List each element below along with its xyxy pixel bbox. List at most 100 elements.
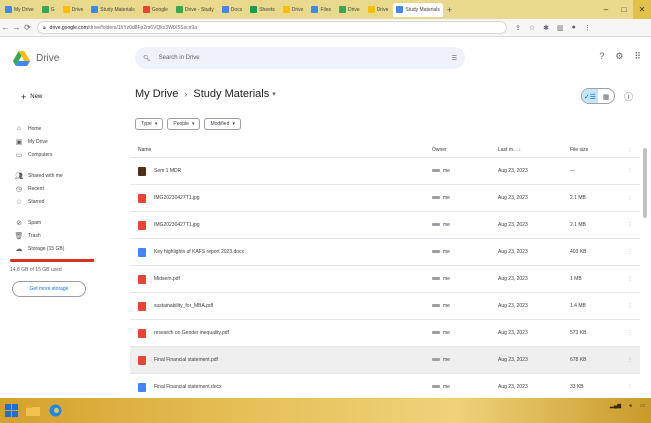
table-row[interactable]: IMG20230427T1.jpg me Aug 23, 2023 2.1 MB ⋮ xyxy=(130,185,640,212)
settings-icon[interactable]: ⚙ xyxy=(615,51,623,62)
sidebar-item[interactable]: ☆ Starred xyxy=(0,195,130,208)
table-row[interactable]: Final Financial statement.pdf me Aug 23, 2… xyxy=(130,347,640,374)
column-modified[interactable]: Last m... ↓ xyxy=(498,147,570,153)
table-row[interactable]: sustainability_for_MBA.pdf me Aug 23, 2023… xyxy=(130,293,640,320)
browser-tab[interactable]: Files xyxy=(308,3,334,17)
lock-icon: 🔒︎ xyxy=(43,24,46,31)
browser-tab[interactable]: Drive xyxy=(336,3,363,17)
start-button[interactable] xyxy=(0,398,22,423)
browser-tab[interactable]: Drive xyxy=(365,3,392,17)
star-icon[interactable]: ☆ xyxy=(529,24,535,32)
table-row[interactable]: Sem 1 MDR me Aug 23, 2023 — ⋮ xyxy=(130,158,640,185)
tab-label: Drive xyxy=(291,6,304,13)
edge-browser-icon[interactable] xyxy=(44,398,66,423)
notifications-icon[interactable]: ▭ xyxy=(640,403,645,409)
file-name-cell[interactable]: Final Financial statement.docx xyxy=(130,382,432,392)
file-name-cell[interactable]: IMG20230427T1.jpg xyxy=(130,220,432,230)
row-more-icon[interactable]: ⋮ xyxy=(620,384,640,390)
sidebar-item[interactable]: 🗑︎ Trash xyxy=(0,229,130,242)
row-more-icon[interactable]: ⋮ xyxy=(620,168,640,174)
scroll-thumb[interactable] xyxy=(643,148,647,218)
table-row[interactable]: Key highlights of KAFS report 2023.docx m… xyxy=(130,239,640,266)
browser-tab[interactable]: Study Materials xyxy=(88,3,137,17)
file-explorer-icon[interactable] xyxy=(22,398,44,423)
sidebar-item[interactable]: ☁ Storage (15 GB) xyxy=(0,242,130,255)
browser-tab[interactable]: Docs xyxy=(219,3,245,17)
breadcrumb-root[interactable]: My Drive xyxy=(135,88,178,100)
forward-icon[interactable]: → xyxy=(11,23,22,32)
file-name-cell[interactable]: Key highlights of KAFS report 2023.docx xyxy=(130,247,432,257)
filter-chip[interactable]: People ▾ xyxy=(167,118,201,130)
row-more-icon[interactable]: ⋮ xyxy=(620,357,640,363)
help-icon[interactable]: ? xyxy=(599,51,604,62)
row-more-icon[interactable]: ⋮ xyxy=(620,222,640,228)
drive-logo-link[interactable]: Drive xyxy=(13,50,123,66)
row-more-icon[interactable]: ⋮ xyxy=(620,303,640,309)
table-row[interactable]: research on Gender inequality.pdf me Aug 2… xyxy=(130,320,640,347)
row-more-icon[interactable]: ⋮ xyxy=(620,276,640,282)
file-name-cell[interactable]: IMG20230427T1.jpg xyxy=(130,193,432,203)
network-icon[interactable]: ▂▄▆ xyxy=(610,403,621,409)
reload-icon[interactable]: ⟳ xyxy=(22,23,33,32)
new-button[interactable]: + New xyxy=(13,86,57,108)
file-name-cell[interactable]: Midsem.pdf xyxy=(130,274,432,284)
grid-view-icon[interactable]: ▦ xyxy=(598,89,614,103)
breadcrumb-current[interactable]: Study Materials xyxy=(193,88,269,100)
search-options-icon[interactable]: ☰ xyxy=(452,55,457,62)
file-name-cell[interactable]: research on Gender inequality.pdf xyxy=(130,328,432,338)
sidebar-item[interactable]: ▭ Computers xyxy=(0,148,130,161)
sidebar-item[interactable]: 👥︎ Shared with me xyxy=(0,169,130,182)
row-more-icon[interactable]: ⋮ xyxy=(620,249,640,255)
row-more-icon[interactable]: ⋮ xyxy=(620,330,640,336)
search-input[interactable]: 🔍︎ Search in Drive ☰ xyxy=(135,47,465,69)
profile-icon[interactable]: ● xyxy=(572,24,576,32)
column-owner[interactable]: Owner xyxy=(432,147,498,153)
browser-tab[interactable]: Sheets xyxy=(247,3,278,17)
row-more-icon[interactable]: ⋮ xyxy=(620,195,640,201)
column-size[interactable]: File size xyxy=(570,147,620,153)
file-name-cell[interactable]: Final Financial statement.pdf xyxy=(130,355,432,365)
extensions-icon[interactable]: ✱ xyxy=(543,24,549,32)
sidepanel-icon[interactable]: ▥ xyxy=(557,24,564,32)
filter-chip[interactable]: Modified ▾ xyxy=(204,118,241,130)
file-name-cell[interactable]: sustainability_for_MBA.pdf xyxy=(130,301,432,311)
browser-tab[interactable]: Drive xyxy=(280,3,307,17)
search-icon[interactable]: 🔍︎ xyxy=(143,55,151,62)
browser-tab[interactable]: Drive - Study xyxy=(173,3,217,17)
apps-icon[interactable]: ⠿ xyxy=(634,51,641,62)
sidebar-item[interactable]: ⊘ Spam xyxy=(0,216,130,229)
browser-tab[interactable]: Study Materials xyxy=(393,2,443,17)
filter-chip[interactable]: Type ▾ xyxy=(135,118,164,130)
file-name-cell[interactable]: Sem 1 MDR xyxy=(130,166,432,176)
back-icon[interactable]: ← xyxy=(0,23,11,32)
sort-arrow-icon[interactable]: ↓ xyxy=(519,147,522,153)
sidebar-item[interactable]: ⌂ Home xyxy=(0,122,130,135)
table-row[interactable]: Midsem.pdf me Aug 23, 2023 1 MB ⋮ xyxy=(130,266,640,293)
minimize-icon[interactable]: – xyxy=(597,0,615,19)
browser-tab[interactable]: Drive xyxy=(60,3,87,17)
scrollbar[interactable] xyxy=(643,142,647,382)
info-icon[interactable]: ⓘ xyxy=(624,90,633,103)
maximize-icon[interactable]: □ xyxy=(615,0,633,19)
browser-menu-icon[interactable]: ⋮ xyxy=(584,24,591,32)
list-view-icon[interactable]: ✓☰ xyxy=(582,89,598,103)
close-icon[interactable]: ✕ xyxy=(633,0,651,19)
file-modified: Aug 23, 2023 xyxy=(498,330,528,336)
browser-tab[interactable]: G xyxy=(39,3,58,17)
new-tab-icon[interactable]: + xyxy=(447,5,452,15)
tab-favicon-icon xyxy=(367,6,375,13)
column-name[interactable]: Name xyxy=(130,147,432,153)
column-more-icon[interactable]: ⋮ xyxy=(620,147,640,153)
table-row[interactable]: Final Financial statement.docx me Aug 23, … xyxy=(130,374,640,401)
browser-tab[interactable]: Google xyxy=(140,3,171,17)
sidebar-item[interactable]: ▣ My Drive xyxy=(0,135,130,148)
file-owner-cell: me xyxy=(432,222,498,228)
sidebar-item[interactable]: ◷ Recent xyxy=(0,182,130,195)
table-row[interactable]: IMG20230427T1.jpg me Aug 23, 2023 2.1 MB ⋮ xyxy=(130,212,640,239)
chevron-down-icon[interactable]: ▾ xyxy=(272,90,276,98)
volume-icon[interactable]: 🔊︎ xyxy=(629,403,632,409)
browser-tab[interactable]: My Drive xyxy=(2,3,37,17)
get-more-storage-button[interactable]: Get more storage xyxy=(12,281,86,297)
url-input[interactable]: 🔒︎ drive.google.com /drive/folders/1hYz0… xyxy=(37,21,507,34)
share-icon[interactable]: ⇪ xyxy=(515,24,521,32)
